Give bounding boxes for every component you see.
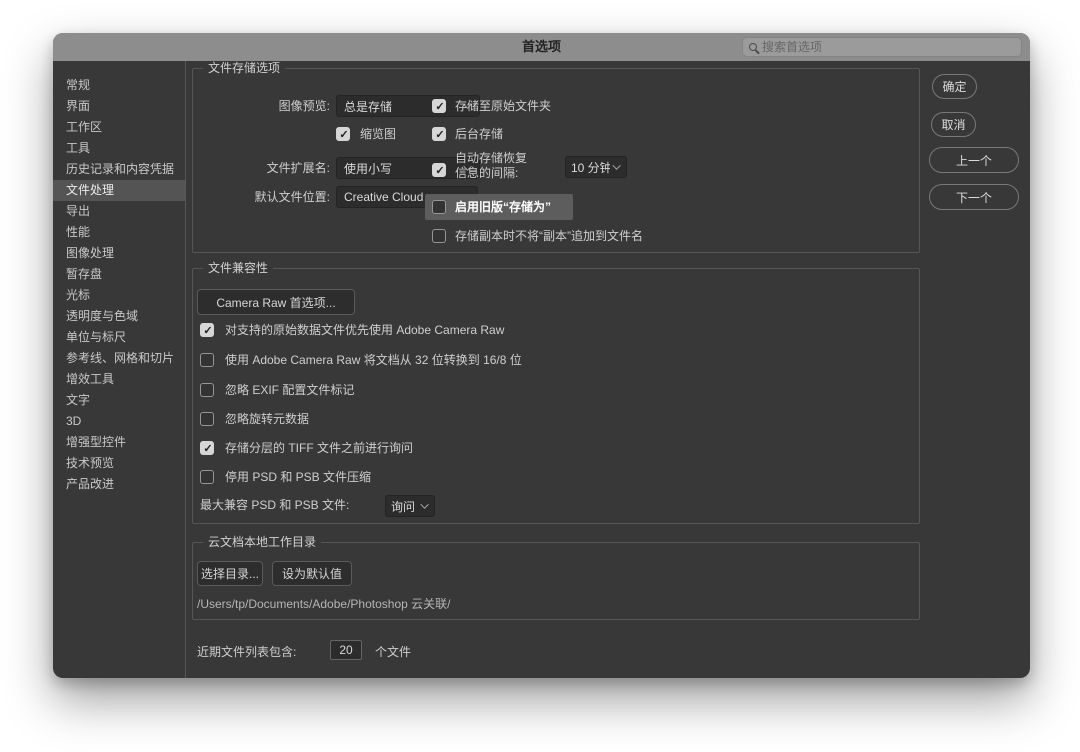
cancel-button[interactable]: 取消 [931,112,976,137]
search-icon [749,43,757,51]
sidebar-item-file-handling[interactable]: 文件处理 [53,180,185,201]
autosave-checkbox[interactable] [432,163,447,178]
sidebar-item[interactable]: 常规 [53,75,185,96]
ignore-exif-checkbox[interactable] [200,383,214,397]
ask-tiff-checkbox[interactable] [200,441,215,456]
image-preview-label: 图像预览: [278,99,330,113]
sidebar-item[interactable]: 增强型控件 [53,432,185,453]
chevron-down-icon [420,500,429,509]
sidebar-item[interactable]: 透明度与色域 [53,306,185,327]
file-extension-label: 文件扩展名: [266,161,330,175]
recent-files-count-input[interactable] [330,640,362,660]
ignore-rotation-label: 忽略旋转元数据 [225,412,310,426]
thumbnail-label: 缩览图 [360,127,397,141]
no-append-copy-checkbox[interactable] [432,229,446,243]
cloud-directory-path: /Users/tp/Documents/Adobe/Photoshop 云关联/ [197,597,451,611]
sidebar-item[interactable]: 产品改进 [53,474,185,495]
sidebar-item[interactable]: 图像处理 [53,243,185,264]
sidebar-item[interactable]: 工作区 [53,117,185,138]
camera-raw-preferences-button[interactable]: Camera Raw 首选项... [197,289,355,315]
sidebar-item[interactable]: 历史记录和内容凭据 [53,159,185,180]
cloud-documents-title: 云文档本地工作目录 [203,535,322,549]
search-field[interactable] [742,37,1022,57]
sidebar-item[interactable]: 文字 [53,390,185,411]
sidebar-item[interactable]: 暂存盘 [53,264,185,285]
file-compatibility-title: 文件兼容性 [203,261,274,275]
ok-button[interactable]: 确定 [932,74,977,99]
sidebar-item[interactable]: 光标 [53,285,185,306]
sidebar-item[interactable]: 增效工具 [53,369,185,390]
ignore-exif-label: 忽略 EXIF 配置文件标记 [225,383,355,397]
save-to-original-label: 存储至原始文件夹 [455,99,552,113]
autosave-label-line2: 信息的间隔: [455,166,519,180]
save-to-original-checkbox[interactable] [432,99,447,114]
autosave-label-line1: 自动存储恢复 [455,151,528,165]
title-bar: 首选项 [53,33,1030,61]
convert-32bit-checkbox[interactable] [200,353,214,367]
recent-files-suffix: 个文件 [375,645,412,659]
autosave-interval-select[interactable]: 10 分钟 [565,156,627,178]
ask-tiff-label: 存储分层的 TIFF 文件之前进行询问 [225,441,413,455]
prev-button[interactable]: 上一个 [929,147,1019,173]
convert-32bit-label: 使用 Adobe Camera Raw 将文档从 32 位转换到 16/8 位 [225,353,522,367]
sidebar-item[interactable]: 3D [53,411,185,432]
thumbnail-checkbox[interactable] [336,127,351,142]
sidebar-item[interactable]: 单位与标尺 [53,327,185,348]
sidebar-item[interactable]: 性能 [53,222,185,243]
background-save-checkbox[interactable] [432,127,447,142]
search-input[interactable] [762,40,1015,54]
default-location-label: 默认文件位置: [254,190,330,204]
disable-psd-compression-label: 停用 PSD 和 PSB 文件压缩 [225,470,372,484]
next-button[interactable]: 下一个 [929,184,1019,210]
no-append-copy-label: 存储副本时不将“副本”追加到文件名 [455,229,643,243]
choose-directory-button[interactable]: 选择目录... [197,561,263,586]
file-saving-title: 文件存储选项 [203,61,286,75]
sidebar-item[interactable]: 界面 [53,96,185,117]
preferences-dialog: 首选项 常规 界面 工作区 工具 历史记录和内容凭据 文件处理 导出 性能 图像… [53,33,1030,678]
sidebar-item[interactable]: 技术预览 [53,453,185,474]
legacy-save-as-checkbox[interactable] [432,200,446,214]
prefer-camera-raw-label: 对支持的原始数据文件优先使用 Adobe Camera Raw [225,323,505,337]
disable-psd-compression-checkbox[interactable] [200,470,214,484]
preferences-sidebar: 常规 界面 工作区 工具 历史记录和内容凭据 文件处理 导出 性能 图像处理 暂… [53,61,186,678]
max-compat-select[interactable]: 询问 [385,495,435,517]
sidebar-item[interactable]: 参考线、网格和切片 [53,348,185,369]
legacy-save-as-row[interactable]: 启用旧版“存储为” [425,194,573,220]
prefer-camera-raw-checkbox[interactable] [200,323,215,338]
ignore-rotation-checkbox[interactable] [200,412,214,426]
legacy-save-as-label: 启用旧版“存储为” [455,200,552,214]
sidebar-item[interactable]: 工具 [53,138,185,159]
background-save-label: 后台存储 [455,127,504,141]
recent-files-label: 近期文件列表包含: [197,645,297,659]
chevron-down-icon [612,161,621,170]
sidebar-item[interactable]: 导出 [53,201,185,222]
set-default-button[interactable]: 设为默认值 [272,561,352,586]
max-compat-label: 最大兼容 PSD 和 PSB 文件: [200,498,350,512]
